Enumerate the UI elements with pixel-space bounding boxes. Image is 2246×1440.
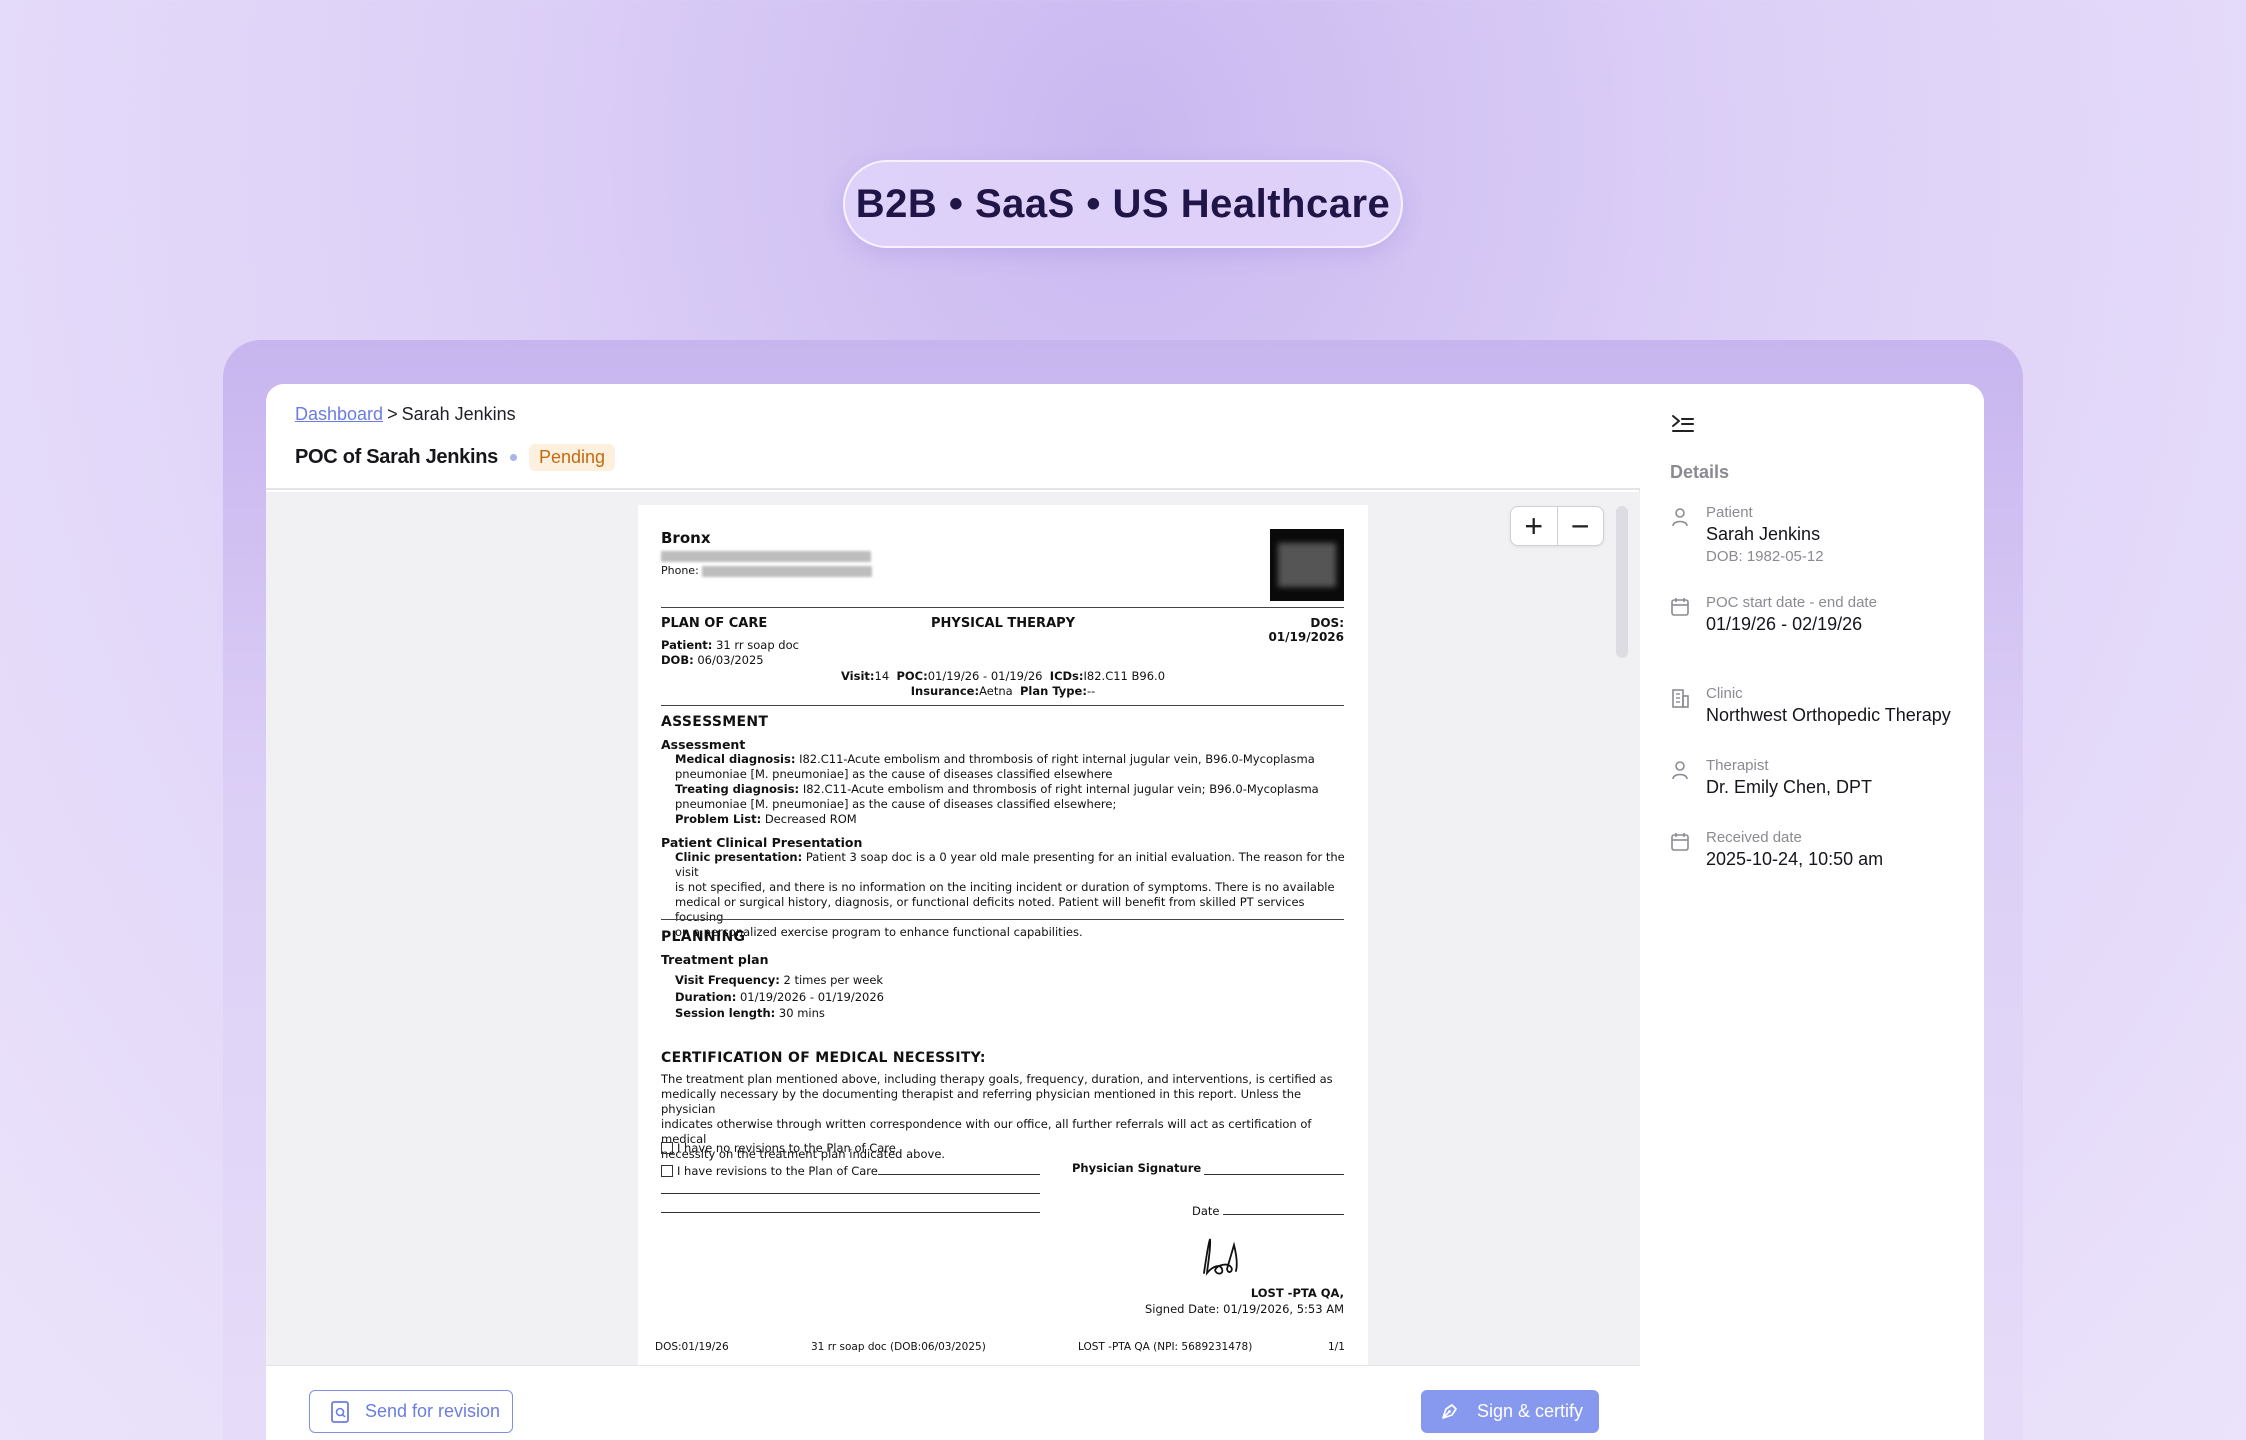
sign-certify-button[interactable]: Sign & certify <box>1421 1390 1599 1433</box>
doc-footer-dos: DOS:01/19/26 <box>655 1341 729 1353</box>
document-icon <box>331 1401 349 1423</box>
signature-line <box>1204 1174 1344 1175</box>
divider <box>661 919 1344 920</box>
tagline-pill: B2B • SaaS • US Healthcare <box>843 160 1403 248</box>
clinic-label: Clinic <box>1706 685 1743 702</box>
calendar-icon <box>1671 833 1689 851</box>
doc-clinical-sub: Patient Clinical Presentation <box>661 835 863 850</box>
date-line <box>1223 1214 1344 1215</box>
checkbox-box[interactable] <box>661 1142 673 1154</box>
doc-patient: Patient: 31 rr soap doc <box>661 638 799 652</box>
checkbox-no-revisions[interactable]: I have no revisions to the Plan of Care <box>661 1141 896 1156</box>
divider <box>661 705 1344 706</box>
checkbox-revisions[interactable]: I have revisions to the Plan of Care <box>661 1164 878 1179</box>
status-badge: Pending <box>528 444 616 471</box>
details-sidebar: Details Patient Sarah Jenkins DOB: 1982-… <box>1641 384 1984 1440</box>
page-title: POC of Sarah Jenkins <box>295 446 498 468</box>
patient-value: Sarah Jenkins <box>1706 524 1821 544</box>
main-panel: Dashboard > Sarah Jenkins POC of Sarah Jen… <box>266 384 1640 1440</box>
patient-dob: DOB: 1982-05-12 <box>1706 548 1824 565</box>
signature-image <box>1203 1238 1238 1276</box>
poc-document-page: Bronx Phone: PLAN OF CARE PHYSICAL THERA… <box>638 505 1368 1365</box>
title-row: POC of Sarah Jenkins Pending <box>295 444 616 471</box>
zoom-in-button[interactable]: + <box>1511 507 1557 545</box>
doc-section-center: PHYSICAL THERAPY <box>931 616 1076 631</box>
doc-footer-page: 1/1 <box>1328 1341 1345 1353</box>
collapse-panel-icon[interactable] <box>1671 413 1695 435</box>
doc-dob: DOB: 06/03/2025 <box>661 653 764 667</box>
send-for-revision-button[interactable]: Send for revision <box>309 1390 513 1433</box>
doc-phone-label: Phone: <box>661 564 699 577</box>
doc-assessment-sub: Assessment <box>661 737 746 752</box>
zoom-out-button[interactable]: − <box>1556 507 1604 545</box>
doc-section-left: PLAN OF CARE <box>661 616 768 631</box>
received-date-value: 2025-10-24, 10:50 am <box>1706 849 1884 869</box>
breadcrumb-current: Sarah Jenkins <box>401 404 516 424</box>
doc-footer-patient: 31 rr soap doc (DOB:06/03/2025) <box>811 1341 986 1353</box>
therapist-value: Dr. Emily Chen, DPT <box>1706 777 1873 797</box>
doc-cert-heading: CERTIFICATION OF MEDICAL NECESSITY: <box>661 1050 986 1066</box>
doc-diagnoses: Medical diagnosis: I82.C11-Acute embolis… <box>675 752 1319 826</box>
doc-planning-heading: PLANNING <box>661 929 746 945</box>
tagline-text: B2B • SaaS • US Healthcare <box>855 181 1391 226</box>
clinic-logo <box>1270 529 1344 601</box>
doc-physician-signature-label: Physician Signature <box>1072 1161 1202 1175</box>
building-icon <box>1672 689 1689 708</box>
breadcrumb-dashboard-link[interactable]: Dashboard <box>295 404 383 424</box>
title-separator-dot <box>509 454 517 461</box>
sign-certify-label: Sign & certify <box>1477 1401 1584 1421</box>
doc-signer: LOST -PTA QA, <box>1250 1286 1344 1300</box>
page-header: Dashboard > Sarah Jenkins POC of Sarah Jen… <box>266 384 1640 490</box>
patient-label: Patient <box>1706 504 1753 521</box>
doc-treatment-plan: Visit Frequency: 2 times per week Durati… <box>675 973 884 1020</box>
doc-insurance-line: Insurance:Aetna Plan Type:-- <box>910 684 1096 698</box>
pen-tool-icon <box>1442 1404 1457 1419</box>
poc-dates-label: POC start date - end date <box>1706 594 1877 611</box>
action-footer: Send for revision Sign & certify <box>266 1365 1640 1440</box>
revisions-line <box>661 1193 1040 1194</box>
divider <box>661 607 1344 608</box>
poc-dates-value: 01/19/26 - 02/19/26 <box>1706 614 1863 634</box>
send-for-revision-label: Send for revision <box>365 1401 501 1421</box>
revisions-line <box>878 1174 1040 1175</box>
app-window: Dashboard > Sarah Jenkins POC of Sarah Jen… <box>266 384 1984 1440</box>
doc-clinic-name: Bronx <box>661 529 711 547</box>
therapist-label: Therapist <box>1706 757 1769 774</box>
received-date-label: Received date <box>1706 829 1802 846</box>
breadcrumb: Dashboard > Sarah Jenkins <box>295 404 516 425</box>
user-icon <box>1672 508 1688 527</box>
doc-treatment-sub: Treatment plan <box>661 952 769 967</box>
viewer-scrollbar[interactable] <box>1616 506 1628 658</box>
revisions-line <box>661 1212 1040 1213</box>
zoom-controls: + − <box>1510 506 1604 546</box>
document-viewer[interactable]: Bronx Phone: PLAN OF CARE PHYSICAL THERA… <box>266 492 1640 1365</box>
doc-phone: Phone: <box>661 564 873 577</box>
doc-signed-date: Signed Date: 01/19/2026, 5:53 AM <box>1145 1302 1344 1316</box>
clinic-value: Northwest Orthopedic Therapy <box>1706 705 1951 725</box>
checkbox-box[interactable] <box>661 1165 673 1177</box>
user-icon <box>1672 761 1688 780</box>
clinic-logo-blurred <box>1278 543 1336 587</box>
doc-clinic-presentation: Clinic presentation: Patient 3 soap doc … <box>675 850 1345 939</box>
doc-date-label: Date <box>1192 1204 1220 1218</box>
details-heading: Details <box>1670 462 1730 482</box>
doc-visit-line: Visit:14 POC:01/19/26 - 01/19/26 ICDs:I8… <box>840 669 1166 683</box>
doc-assessment-heading: ASSESSMENT <box>661 714 769 730</box>
doc-footer-npi: LOST -PTA QA (NPI: 5689231478) <box>1078 1341 1253 1353</box>
breadcrumb-separator: > <box>387 404 398 424</box>
calendar-icon <box>1671 598 1689 616</box>
doc-address-redacted <box>661 549 871 563</box>
doc-dos: DOS: 01/19/2026 <box>1268 616 1344 644</box>
